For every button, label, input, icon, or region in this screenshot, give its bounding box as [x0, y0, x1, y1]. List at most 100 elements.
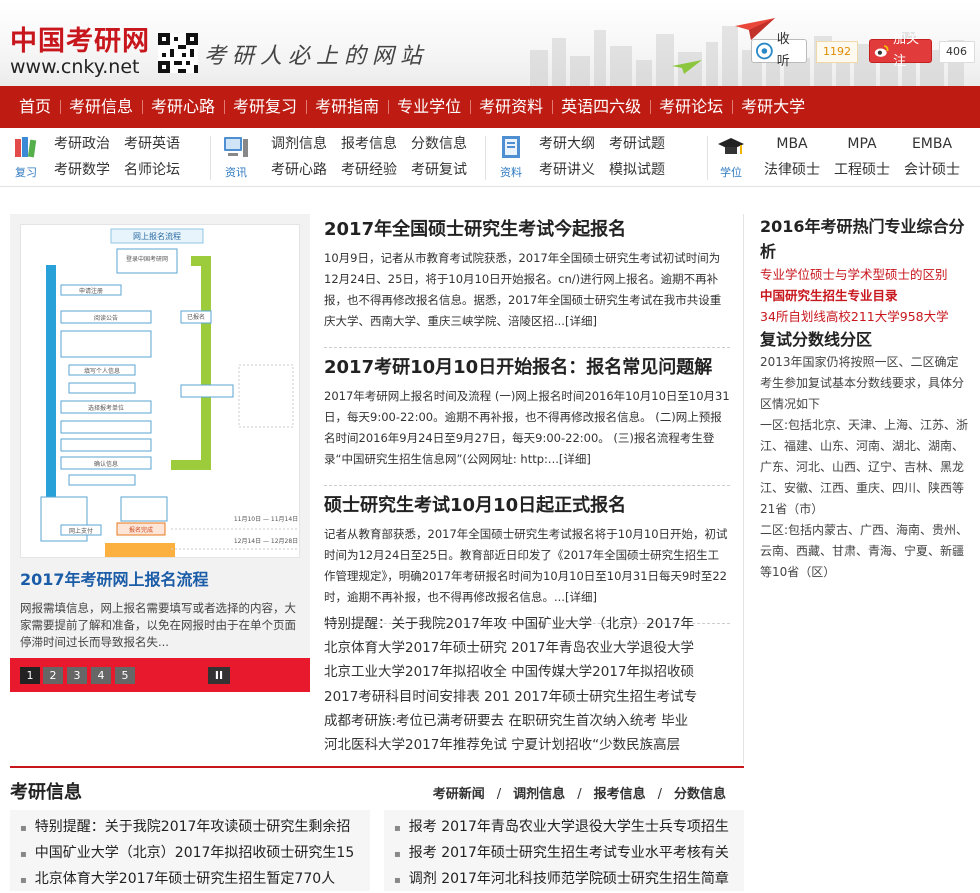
subnav-link[interactable]: 会计硕士	[897, 160, 967, 180]
logo-text-cn: 中国考研网	[10, 26, 150, 57]
weibo-follow-count: 406	[939, 41, 975, 63]
list-item[interactable]: 特别提醒：关于我院2017年攻读硕士研究生剩余招	[20, 815, 370, 841]
subnav-group-degree-head[interactable]: 学位	[713, 135, 749, 180]
sina-weibo-follow-button[interactable]: 加关注	[869, 32, 932, 69]
tencent-follow-label: 收听	[776, 32, 790, 69]
slide-page-3[interactable]: 3	[67, 667, 87, 684]
subnav-link[interactable]: 法律硕士	[757, 160, 827, 180]
nav-university[interactable]: 考研大学	[732, 86, 814, 128]
site-logo[interactable]: 中国考研网 www.cnky.net	[10, 26, 150, 77]
nav-professional-degree[interactable]: 专业学位	[388, 86, 470, 128]
article-title[interactable]: 2017年全国硕士研究生考试今起报名	[324, 216, 730, 244]
ticker-link[interactable]: 北京体育大学2017年硕士研究	[324, 640, 507, 656]
ticker-link[interactable]: 201	[484, 689, 510, 705]
sidebar-link[interactable]: 中国研究生招生专业目录	[760, 285, 970, 306]
subnav-link[interactable]: 考研大纲	[539, 134, 609, 154]
nav-forum[interactable]: 考研论坛	[650, 86, 732, 128]
nav-kaoyan-materials[interactable]: 考研资料	[470, 86, 552, 128]
tencent-weibo-follow-button[interactable]: 收听	[751, 32, 807, 69]
subnav-link[interactable]: 考研经验	[334, 160, 404, 180]
subnav-link[interactable]: 分数信息	[404, 134, 474, 154]
subnav-link[interactable]: 工程硕士	[827, 160, 897, 180]
ticker-link[interactable]: 2017考研科目时间安排表	[324, 689, 480, 705]
notebook-icon	[502, 135, 520, 158]
sidebar-link[interactable]: 专业学位硕士与学术型硕士的区别	[760, 264, 970, 285]
ticker-link[interactable]: 2017年硕士研究生招生考试专	[514, 689, 697, 705]
main-nav: 首页 考研信息 考研心路 考研复习 考研指南 专业学位 考研资料 英语四六级 考…	[0, 86, 980, 128]
slide-page-1[interactable]: 1	[20, 667, 40, 684]
list-item[interactable]: 报考 2017年硕士研究生招生考试专业水平考核有关	[394, 841, 744, 867]
slide-pause-button[interactable]: II	[208, 667, 230, 684]
nav-cet[interactable]: 英语四六级	[552, 86, 650, 128]
ticker-link[interactable]: 河北医科大学2017年推荐免试	[324, 737, 507, 753]
article-title[interactable]: 硕士研究生考试10月10日起正式报名	[324, 492, 730, 520]
flowchart-step: 选择报考单位	[88, 404, 124, 412]
slide-controls: 1 2 3 4 5 II	[10, 658, 310, 692]
nav-kaoyan-info[interactable]: 考研信息	[60, 86, 142, 128]
subnav-link[interactable]: EMBA	[897, 134, 967, 154]
sidebar-text: 2013年国家仍将按照一区、二区确定考生参加复试基本分数线要求，具体分区情况如下	[760, 355, 965, 411]
subnav-label: 资讯	[225, 165, 247, 179]
right-sidebar: 2016年考研热门专业综合分析 专业学位硕士与学术型硕士的区别 中国研究生招生专…	[760, 214, 970, 583]
flowchart-step: 阅读公告	[94, 314, 118, 322]
subnav-link[interactable]: 考研心路	[264, 160, 334, 180]
ticker-link[interactable]: 毕业	[661, 713, 688, 729]
slide-page-5[interactable]: 5	[115, 667, 135, 684]
slide-page-2[interactable]: 2	[43, 667, 63, 684]
nav-kaoyan-guide[interactable]: 考研指南	[306, 86, 388, 128]
article: 2017年全国硕士研究生考试今起报名 10月9日，记者从市教育考试院获悉，201…	[324, 216, 730, 348]
slide-image[interactable]: 网上报名流程 登录中国考研网 申请注册 阅读公告 填写个人信息 选择报考单位 确…	[20, 224, 300, 558]
slide-title[interactable]: 2017年考研网上报名流程	[20, 566, 209, 590]
nav-kaoyan-review[interactable]: 考研复习	[224, 86, 306, 128]
list-item[interactable]: 中国矿业大学（北京）2017年拟招收硕士研究生15	[20, 841, 370, 867]
subnav-group-news-head[interactable]: 资讯	[216, 135, 256, 180]
sidebar-title[interactable]: 复试分数线分区	[760, 327, 970, 352]
subnav-link[interactable]: 名师论坛	[124, 160, 194, 180]
article-summary: 10月9日，记者从市教育考试院获悉，2017年全国硕士研究生考试初试时间为12月…	[324, 251, 722, 328]
ticker-link[interactable]: 成都考研族:考位已满考研要去	[324, 713, 504, 729]
tab-scores[interactable]: 分数信息	[674, 787, 726, 802]
nav-kaoyan-xinlu[interactable]: 考研心路	[142, 86, 224, 128]
subnav-link[interactable]: 考研英语	[124, 134, 194, 154]
subnav-group-materials: 资料 考研大纲 考研试题 考研讲义 模拟试题	[485, 128, 707, 186]
nav-home[interactable]: 首页	[10, 86, 60, 128]
ticker-link[interactable]: 宁夏计划招收“少数民族高层	[511, 737, 680, 753]
sidebar-link[interactable]: 34所自划线高校211大学958大学	[760, 306, 970, 327]
ticker-link[interactable]: 2017年青岛农业大学退役大学	[511, 640, 694, 656]
sidebar-text: 一区:包括北京、天津、上海、江苏、浙江、福建、山东、河南、湖北、湖南、广东、河北…	[760, 418, 969, 516]
article-title[interactable]: 2017考研10月10日开始报名：报名常见问题解	[324, 354, 730, 382]
registration-flowchart: 网上报名流程 登录中国考研网 申请注册 阅读公告 填写个人信息 选择报考单位 确…	[21, 225, 299, 557]
list-item[interactable]: 调剂 2017年河北科技师范学院硕士研究生招生简章	[394, 867, 744, 893]
subnav-group-review-head[interactable]: 复习	[6, 135, 46, 180]
subnav-group-materials-head[interactable]: 资料	[491, 135, 531, 180]
ticker-link[interactable]: 特别提醒：关于我院2017年攻	[324, 616, 507, 632]
site-slogan: 考研人必上的网站	[204, 44, 429, 69]
section-title[interactable]: 考研信息	[10, 778, 82, 804]
ticker-link[interactable]: 中国传媒大学2017年拟招收硕	[511, 664, 694, 680]
ticker-link[interactable]: 在职研究生首次纳入统考	[508, 713, 657, 729]
subnav-link[interactable]: MBA	[757, 134, 827, 154]
sidebar-title[interactable]: 2016年考研热门专业综合分析	[760, 214, 970, 264]
tab-adjustment[interactable]: 调剂信息	[513, 787, 565, 802]
tab-application[interactable]: 报考信息	[594, 787, 646, 802]
subnav-link[interactable]: 考研政治	[54, 134, 124, 154]
subnav-link[interactable]: 考研试题	[609, 134, 679, 154]
tab-kaoyan-news[interactable]: 考研新闻	[433, 787, 485, 802]
list-item[interactable]: 北京体育大学2017年硕士研究生招生暂定770人	[20, 867, 370, 893]
ticker-link[interactable]: 北京工业大学2017年拟招收全	[324, 664, 507, 680]
subnav-link[interactable]: 调剂信息	[264, 134, 334, 154]
ticker-link[interactable]: 中国矿业大学（北京）2017年	[511, 616, 694, 632]
subnav-link[interactable]: 报考信息	[334, 134, 404, 154]
tencent-follow-count: 1192	[816, 41, 858, 63]
subnav-group-review: 复习 考研政治 考研英语 考研数学 名师论坛	[0, 128, 200, 186]
subnav-link[interactable]: 考研数学	[54, 160, 124, 180]
graduation-cap-icon	[718, 137, 744, 154]
subnav-link[interactable]: 模拟试题	[609, 160, 679, 180]
list-item[interactable]: 报考 2017年青岛农业大学退役大学生士兵专项招生	[394, 815, 744, 841]
weibo-follow-label: 加关注	[893, 32, 920, 69]
subnav-link[interactable]: 考研讲义	[539, 160, 609, 180]
subnav-link[interactable]: 考研复试	[404, 160, 474, 180]
slide-page-4[interactable]: 4	[91, 667, 111, 684]
info-section-header: 考研信息 考研新闻 / 调剂信息 / 报考信息 / 分数信息	[10, 766, 744, 806]
subnav-link[interactable]: MPA	[827, 134, 897, 154]
